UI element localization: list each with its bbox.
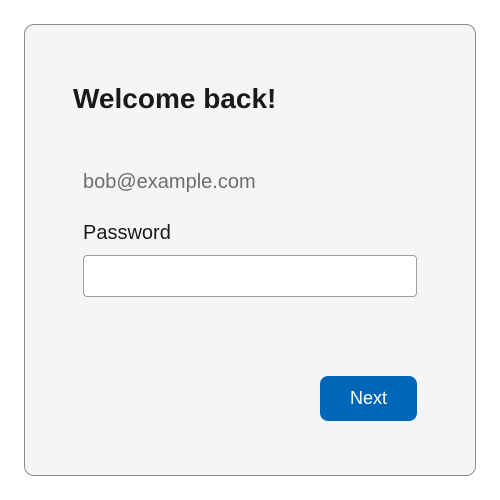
login-card: Welcome back! bob@example.com Password N… <box>24 24 476 476</box>
next-button[interactable]: Next <box>320 376 417 421</box>
password-input[interactable] <box>83 255 417 297</box>
password-label: Password <box>73 222 427 245</box>
button-row: Next <box>73 376 427 427</box>
page-title: Welcome back! <box>73 83 427 115</box>
account-email: bob@example.com <box>73 171 427 194</box>
